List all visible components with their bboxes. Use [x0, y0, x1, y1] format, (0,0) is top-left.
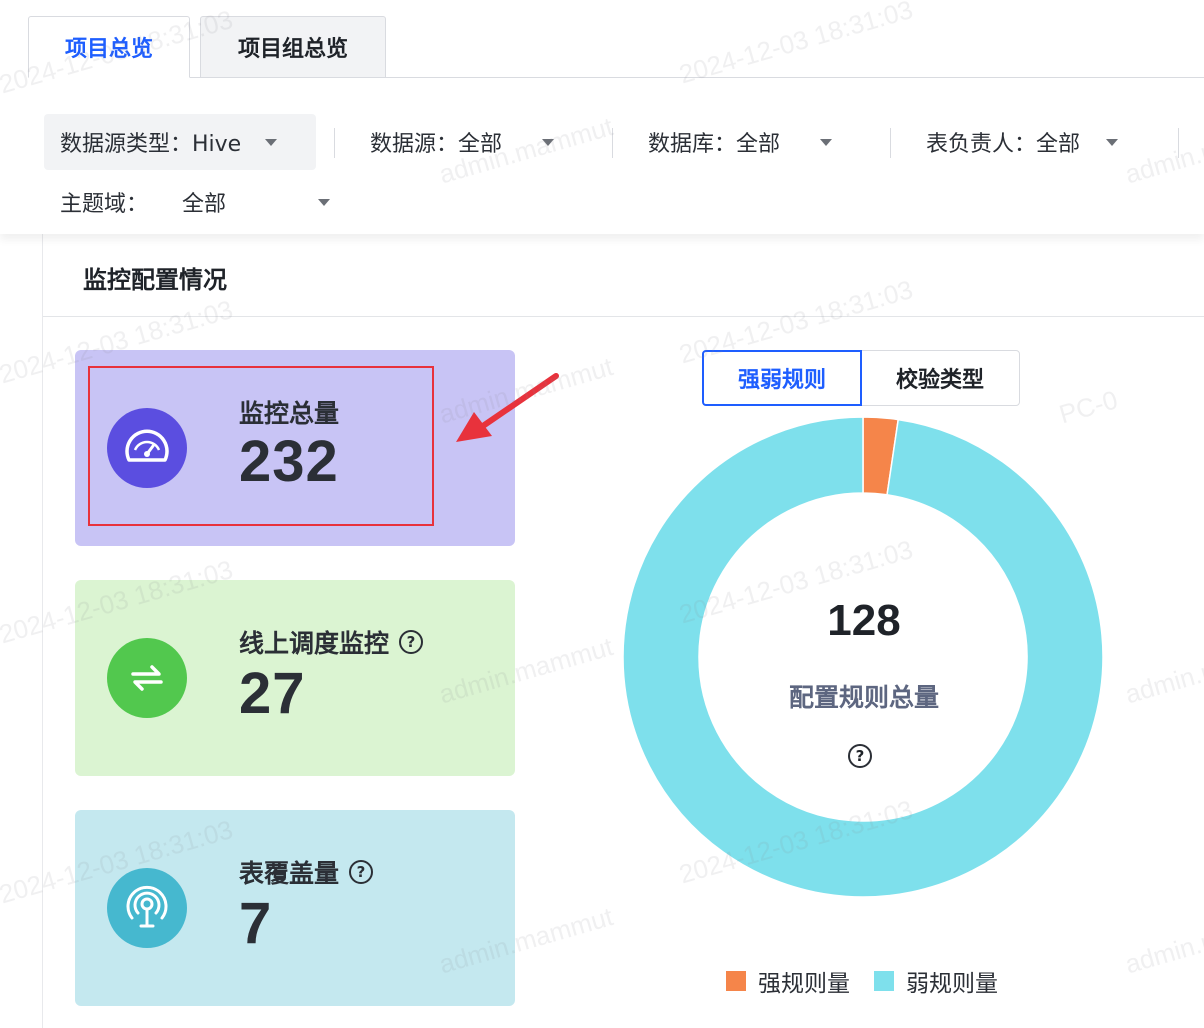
chevron-down-icon — [542, 138, 555, 146]
legend-label-strong: 强规则量 — [758, 971, 850, 997]
card-table-coverage[interactable]: 表覆盖量 ? 7 — [75, 810, 515, 1006]
card-online-schedule[interactable]: 线上调度监控 ? 27 — [75, 580, 515, 776]
filter-divider — [1178, 128, 1179, 158]
filter-source[interactable]: 数据源：全部 — [370, 114, 600, 170]
filter-database-label: 数据库：全部 — [648, 132, 781, 157]
filter-divider — [334, 128, 335, 158]
tab-bar: 项目总览 项目组总览 — [28, 16, 386, 78]
panel-divider — [43, 316, 1204, 317]
rules-donut-chart — [622, 416, 1104, 898]
donut-slice-weak[interactable] — [622, 416, 1104, 898]
card-online-schedule-label: 线上调度监控 — [239, 629, 390, 658]
segment-check-type[interactable]: 校验类型 — [860, 350, 1020, 406]
chevron-down-icon — [265, 138, 278, 146]
card-online-schedule-value: 27 — [239, 661, 306, 726]
filter-divider — [612, 128, 613, 158]
donut-center-value: 128 — [827, 596, 901, 645]
card-online-schedule-label-wrap: 线上调度监控 ? — [239, 624, 424, 660]
chevron-down-icon — [318, 198, 331, 206]
filter-owner[interactable]: 表负责人：全部 — [926, 114, 1166, 170]
chevron-down-icon — [1106, 138, 1119, 146]
legend-label-weak: 弱规则量 — [906, 971, 998, 997]
filter-source-label: 数据源：全部 — [370, 132, 503, 157]
legend-swatch-strong — [726, 971, 746, 991]
legend-item-weak[interactable]: 弱规则量 — [874, 964, 998, 998]
tab-project-group-overview[interactable]: 项目组总览 — [200, 16, 386, 78]
card-table-coverage-label: 表覆盖量 — [239, 859, 340, 888]
filter-database[interactable]: 数据库：全部 — [648, 114, 878, 170]
filter-subject-value: 全部 — [182, 192, 227, 217]
filter-source-type[interactable]: 数据源类型：Hive — [44, 114, 316, 170]
chevron-down-icon — [820, 138, 833, 146]
broadcast-icon — [107, 868, 187, 948]
annotation-highlight-box — [88, 366, 434, 526]
filter-subject[interactable]: 主题域： 全部 — [60, 174, 340, 230]
segment-strong-weak[interactable]: 强弱规则 — [702, 350, 862, 406]
swap-arrows-icon — [107, 638, 187, 718]
help-icon[interactable]: ? — [848, 744, 872, 768]
tab-project-overview[interactable]: 项目总览 — [28, 16, 190, 78]
filter-subject-label: 主题域： — [60, 192, 149, 217]
donut-center-label: 配置规则总量 — [788, 683, 939, 712]
filter-source-type-label: 数据源类型：Hive — [60, 132, 242, 157]
card-table-coverage-value: 7 — [239, 891, 273, 956]
annotation-arrow-icon — [456, 373, 559, 442]
legend-item-strong[interactable]: 强规则量 — [726, 964, 850, 998]
legend-swatch-weak — [874, 971, 894, 991]
filter-owner-label: 表负责人：全部 — [926, 132, 1081, 157]
filter-divider — [890, 128, 891, 158]
help-icon[interactable]: ? — [399, 630, 424, 654]
panel-title: 监控配置情况 — [83, 266, 227, 294]
card-table-coverage-label-wrap: 表覆盖量 ? — [239, 854, 374, 890]
help-icon[interactable]: ? — [349, 860, 374, 884]
